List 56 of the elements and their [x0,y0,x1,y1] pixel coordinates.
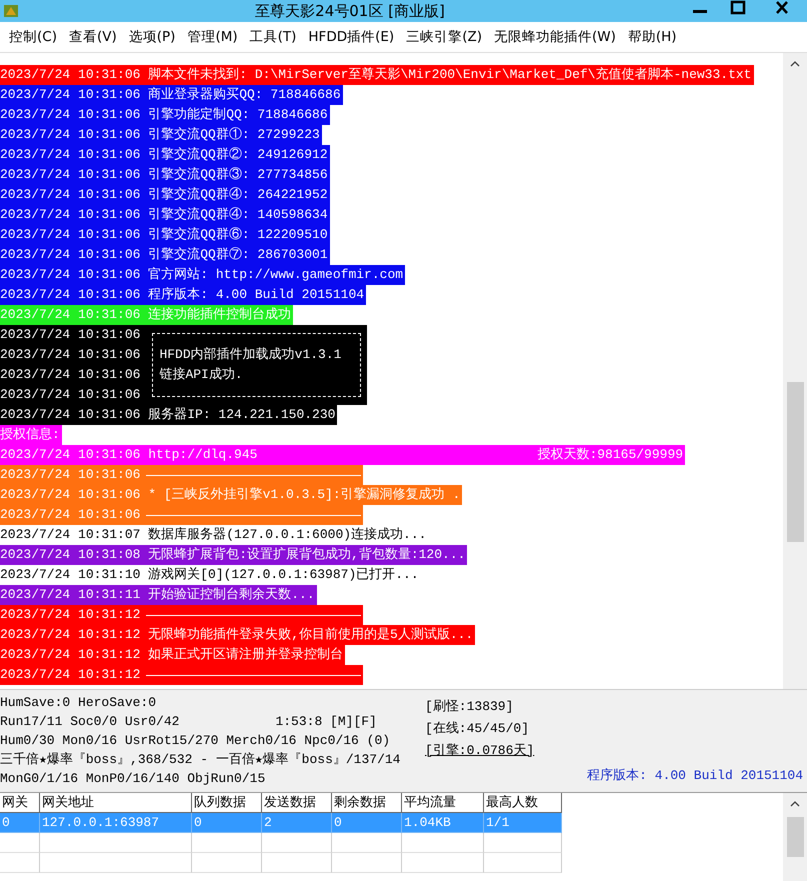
scroll-up-icon[interactable] [790,61,800,67]
scrollbar[interactable] [783,793,807,881]
status-text: Run17/11 Soc0/0 Usr0/42 [0,713,180,731]
column-header[interactable]: 最高人数 [484,793,562,813]
empty-table-cell [332,853,402,873]
log-label: 授权信息: [0,425,62,445]
scrollbar-thumb[interactable] [786,817,804,857]
empty-table-cell [262,853,332,873]
empty-table-cell [0,853,40,873]
app-icon [3,3,19,19]
column-header[interactable]: 平均流量 [402,793,484,813]
menu-item[interactable]: 无限蜂功能插件(W) [488,26,621,48]
column-header[interactable]: 网关 [0,793,40,813]
table-cell: 1.04KB [402,813,484,833]
status-text: 三千倍★爆率『boss』,368/532 - 一百倍★爆率『boss』/137/14 [0,751,400,769]
log-time: 2023/7/24 10:31:06 [0,346,140,364]
status-text: [在线:45/45/0] [425,720,530,738]
menu-item[interactable]: HFDD插件(E) [303,26,400,48]
table-cell: 0 [0,813,40,833]
menu-item[interactable]: 工具(T) [244,26,302,48]
status-text: Hum0/30 Mon0/16 UsrRot15/270 Merch0/16 Npc0/16 (0) [0,732,390,750]
log-time: 2023/7/24 10:31:06 [0,326,140,344]
empty-table-cell [262,833,332,853]
table-cell: 1/1 [484,813,562,833]
log-message: HFDD内部插件加载成功v1.3.1 [159,346,342,364]
column-header[interactable]: 网关地址 [40,793,192,813]
status-text: MonG0/1/16 MonP0/16/140 ObjRun0/15 [0,770,266,788]
empty-table-cell [192,853,262,873]
menu-item[interactable]: 帮助(H) [622,26,682,48]
column-header[interactable]: 队列数据 [192,793,262,813]
empty-table-cell [332,833,402,853]
scrollbar-thumb[interactable] [786,382,804,542]
column-header[interactable]: 发送数据 [262,793,332,813]
window-title: 至尊天影24号01区 [商业版] [254,2,446,20]
log-time: 2023/7/24 10:31:06 [0,386,140,404]
menu-item[interactable]: 三峡引擎(Z) [401,26,487,48]
status-text: [引擎:0.0786天] [425,742,536,760]
status-text: HumSave:0 HeroSave:0 [0,694,156,712]
menu-item[interactable]: 控制(C) [4,26,62,48]
table-cell: 127.0.0.1:63987 [40,813,192,833]
scrollbar[interactable] [783,53,807,689]
table-cell: 0 [192,813,262,833]
menu-item[interactable]: 查看(V) [64,26,122,48]
empty-table-cell [192,833,262,853]
log-time: 2023/7/24 10:31:06 [0,366,140,384]
table-cell: 0 [332,813,402,833]
log-message: 链接API成功. [159,366,244,384]
scroll-up-icon[interactable] [790,801,800,807]
menu-item[interactable]: 管理(M) [182,26,243,48]
status-clock: 1:53:8 [M][F] [275,713,377,731]
table-cell: 2 [262,813,332,833]
menu-item[interactable]: 选项(P) [124,26,180,48]
status-text: [刷怪:13839] [425,698,514,716]
column-header[interactable]: 剩余数据 [332,793,402,813]
version-label: 程序版本: 4.00 Build 20151104 [587,767,803,784]
empty-table-cell [0,833,40,853]
